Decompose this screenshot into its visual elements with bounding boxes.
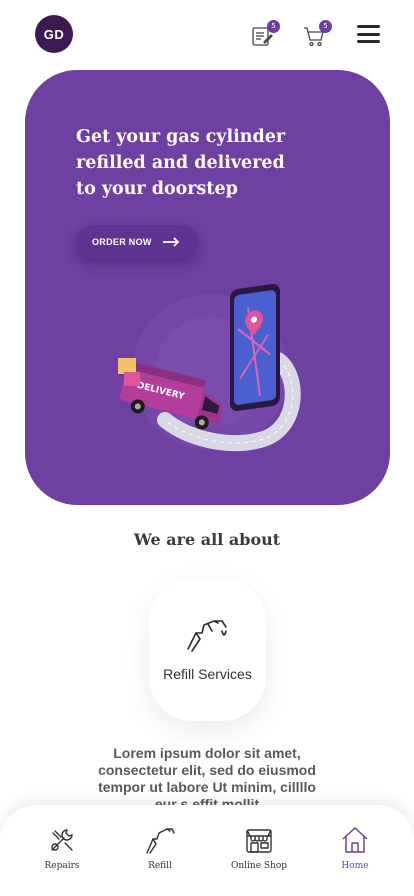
- order-now-button[interactable]: ORDER NOW: [76, 225, 198, 258]
- delivery-illustration: DELIVERY: [118, 284, 301, 452]
- bottom-nav: Repairs Refill Online Shop Home: [0, 805, 414, 896]
- wrench-icon: [51, 829, 73, 851]
- cart-count-badge: 5: [319, 20, 332, 33]
- nav-label-refill: Refill: [148, 861, 172, 871]
- arrow-right-icon: [162, 236, 179, 247]
- hero-title: Get your gas cylinder refilled and deliv…: [76, 127, 286, 199]
- orders-count-badge: 5: [267, 20, 280, 33]
- nav-label-home: Home: [341, 861, 369, 871]
- avatar[interactable]: GD: [35, 15, 73, 53]
- refill-services-card[interactable]: Refill Services: [149, 578, 266, 721]
- refill-services-label: Refill Services: [163, 666, 252, 682]
- storefront-icon: [246, 829, 272, 853]
- nav-item-home[interactable]: Home: [315, 825, 395, 871]
- cart-button[interactable]: 5: [302, 20, 332, 48]
- gas-nozzle-icon: [146, 828, 175, 854]
- about-title: We are all about: [133, 530, 281, 549]
- nav-item-online-shop[interactable]: Online Shop: [219, 825, 299, 871]
- nav-label-repairs: Repairs: [44, 861, 80, 871]
- nav-label-online-shop: Online Shop: [230, 861, 288, 871]
- nav-item-repairs[interactable]: Repairs: [22, 825, 102, 871]
- order-now-label: ORDER NOW: [92, 236, 152, 247]
- order-list-button[interactable]: 5: [250, 20, 280, 48]
- hero-banner: Get your gas cylinder refilled and deliv…: [25, 70, 390, 505]
- nav-item-refill[interactable]: Refill: [120, 825, 200, 871]
- hamburger-menu-icon[interactable]: [357, 25, 380, 43]
- about-description: Lorem ipsum dolor sit amet, consectetur …: [98, 745, 316, 805]
- gas-nozzle-icon: [187, 620, 227, 652]
- home-icon: [342, 827, 368, 853]
